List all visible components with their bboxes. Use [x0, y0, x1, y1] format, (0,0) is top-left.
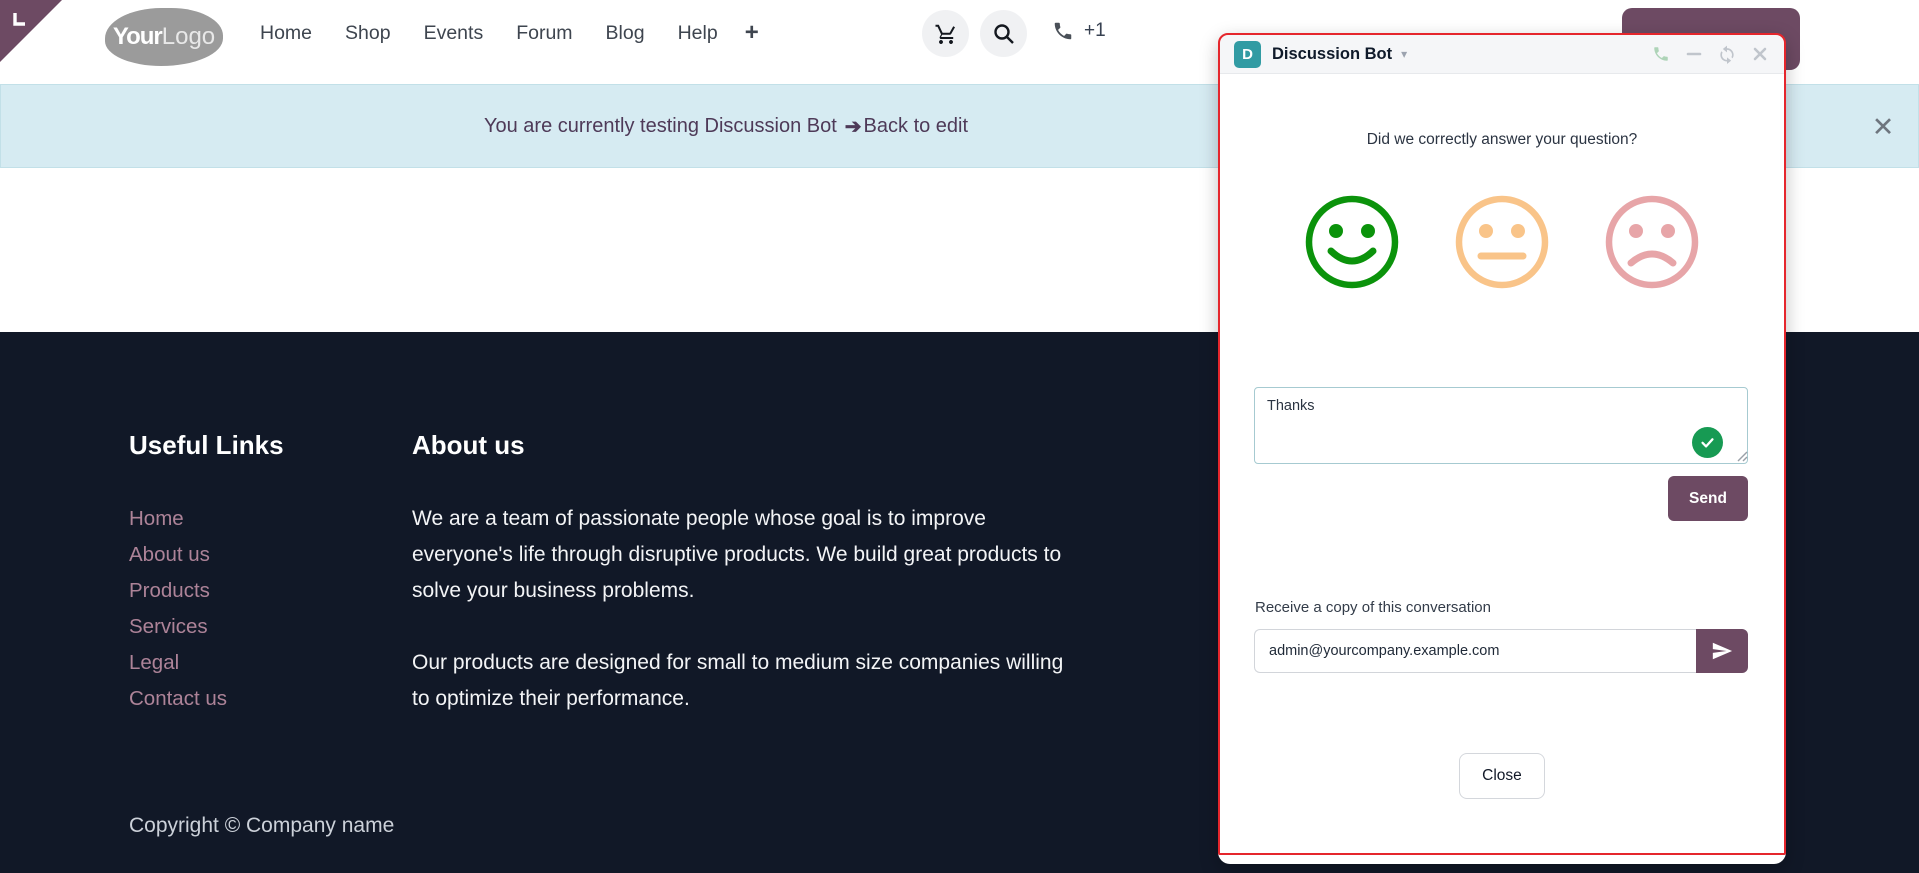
- about-us-title: About us: [412, 430, 525, 460]
- nav-item-shop[interactable]: Shop: [345, 22, 391, 45]
- email-field[interactable]: [1254, 629, 1696, 673]
- chat-title[interactable]: Discussion Bot: [1272, 45, 1392, 64]
- copy-conversation-label: Receive a copy of this conversation: [1255, 599, 1491, 616]
- cart-button[interactable]: [922, 10, 969, 57]
- phone-icon: [1054, 22, 1072, 40]
- footer-link-about[interactable]: About us: [129, 537, 284, 573]
- footer-links-list: Home About us Products Services Legal Co…: [129, 501, 284, 717]
- chat-header: D Discussion Bot ▾: [1220, 35, 1784, 74]
- phone-contact[interactable]: +1: [1052, 20, 1106, 42]
- about-paragraph-1: We are a team of passionate people whose…: [412, 507, 1062, 602]
- corner-bracket-icon: [13, 13, 25, 26]
- nav-item-forum[interactable]: Forum: [516, 22, 572, 45]
- about-paragraph-2: Our products are designed for small to m…: [412, 651, 1064, 710]
- footer-link-contact[interactable]: Contact us: [129, 681, 284, 717]
- happy-face-icon[interactable]: [1303, 193, 1401, 291]
- sad-face-icon[interactable]: [1603, 193, 1701, 291]
- close-icon: [1753, 47, 1767, 61]
- site-logo[interactable]: Your Logo: [105, 8, 223, 66]
- footer-about-column: About us We are a team of passionate peo…: [412, 430, 1072, 717]
- close-chat-button[interactable]: [1750, 44, 1770, 64]
- useful-links-title: Useful Links: [129, 430, 284, 460]
- paper-plane-icon: [1712, 642, 1733, 660]
- email-copy-group: [1254, 629, 1748, 673]
- search-button[interactable]: [980, 10, 1027, 57]
- search-icon: [993, 23, 1014, 44]
- send-button[interactable]: Send: [1668, 476, 1748, 521]
- footer-link-legal[interactable]: Legal: [129, 645, 284, 681]
- nav-menu: Home Shop Events Forum Blog Help +: [260, 0, 759, 66]
- call-icon: [1654, 47, 1668, 61]
- nav-item-blog[interactable]: Blog: [606, 22, 645, 45]
- footer-link-products[interactable]: Products: [129, 573, 284, 609]
- restart-button[interactable]: [1717, 44, 1737, 64]
- nav-item-home[interactable]: Home: [260, 22, 312, 45]
- banner-message: You are currently testing Discussion Bot…: [484, 85, 968, 167]
- editor-corner-ribbon[interactable]: [0, 0, 62, 62]
- footer-links-column: Useful Links Home About us Products Serv…: [129, 430, 284, 717]
- footer-link-services[interactable]: Services: [129, 609, 284, 645]
- feedback-message-input[interactable]: Thanks: [1254, 387, 1748, 464]
- neutral-face-icon[interactable]: [1453, 193, 1551, 291]
- footer-link-home[interactable]: Home: [129, 501, 284, 537]
- arrow-right-icon: ➔: [844, 115, 862, 138]
- chat-header-actions: [1651, 44, 1770, 64]
- logo-text-logo: Logo: [161, 23, 216, 50]
- message-valid-check: [1692, 427, 1723, 458]
- minimize-icon: [1686, 52, 1702, 56]
- feedback-question: Did we correctly answer your question?: [1366, 131, 1638, 148]
- chevron-down-icon[interactable]: ▾: [1401, 47, 1407, 61]
- resize-handle[interactable]: [1736, 450, 1748, 462]
- logo-text-your: Your: [112, 23, 163, 50]
- add-page-icon[interactable]: +: [745, 19, 759, 47]
- nav-item-help[interactable]: Help: [678, 22, 718, 45]
- bot-avatar: D: [1234, 40, 1261, 68]
- rating-faces: [1218, 193, 1786, 291]
- cart-icon: [935, 24, 955, 44]
- banner-close-icon[interactable]: ✕: [1863, 107, 1903, 147]
- back-to-edit-link[interactable]: Back to edit: [864, 115, 969, 138]
- send-copy-button[interactable]: [1696, 629, 1748, 673]
- banner-text: You are currently testing Discussion Bot: [484, 114, 837, 137]
- refresh-icon: [1720, 45, 1734, 64]
- nav-item-events[interactable]: Events: [424, 22, 484, 45]
- check-icon: [1701, 438, 1714, 448]
- call-button[interactable]: [1651, 44, 1671, 64]
- close-feedback-button[interactable]: Close: [1459, 753, 1545, 799]
- copyright-text: Copyright © Company name: [129, 814, 395, 837]
- phone-number-text: +1: [1084, 20, 1106, 41]
- minimize-button[interactable]: [1684, 44, 1704, 64]
